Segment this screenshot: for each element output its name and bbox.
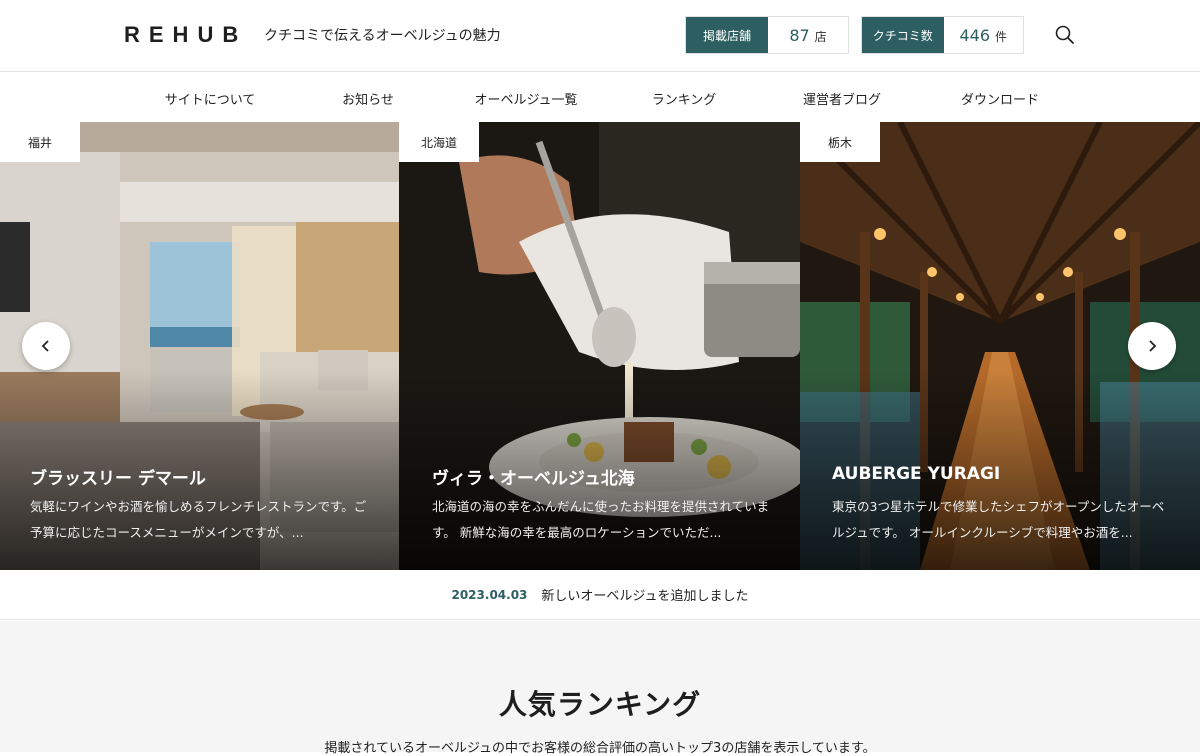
chevron-right-icon (1149, 340, 1157, 352)
ranking-section: 人気ランキング 掲載されているオーベルジュの中でお客様の総合評価の高いトップ3の… (0, 621, 1200, 756)
featured-slider: 福井 ブラッスリー デマール 気軽にワインやお酒を愉しめるフレンチレストランです… (0, 122, 1200, 570)
slide-title[interactable]: AUBERGE YURAGI (832, 464, 1000, 484)
news-link[interactable]: 新しいオーベルジュを追加しました (541, 585, 748, 604)
slide-title[interactable]: ヴィラ・オーベルジュ北海 (432, 464, 635, 489)
slide-prefecture-badge: 北海道 (399, 122, 479, 162)
nav-item-download[interactable]: ダウンロード (926, 72, 1074, 122)
section-title: 人気ランキング (498, 688, 702, 721)
nav-item-about[interactable]: サイトについて (126, 72, 294, 122)
site-tagline: クチコミで伝えるオーベルジュの魅力 (264, 28, 501, 44)
stat-reviews-value-box: 446 件 (943, 17, 1023, 53)
stat-stores-value-box: 87 店 (768, 17, 848, 53)
stat-reviews-value: 446 (959, 26, 991, 45)
stat-reviews-unit: 件 (995, 30, 1008, 44)
stat-reviews-label: クチコミ数 (862, 17, 944, 53)
nav-item-ranking[interactable]: ランキング (610, 72, 758, 122)
slide-description: 北海道の海の幸をふんだんに使ったお料理を提供されています。 新鮮な海の幸を最高の… (432, 499, 770, 540)
slide-card[interactable]: 北海道 ヴィラ・オーベルジュ北海 北海道の海の幸をふんだんに使ったお料理を提供さ… (399, 122, 800, 570)
chevron-left-icon (41, 340, 49, 352)
slide-title[interactable]: ブラッスリー デマール (30, 464, 206, 489)
section-subtitle: 掲載されているオーベルジュの中でお客様の総合評価の高いトップ3の店舗を表示してい… (324, 741, 876, 756)
stat-reviews: クチコミ数 446 件 (861, 16, 1024, 54)
site-logo[interactable]: REHUB (124, 22, 247, 48)
main-nav: サイトについて お知らせ オーベルジュ一覧 ランキング 運営者ブログ ダウンロー… (0, 72, 1200, 122)
slide-prefecture-badge: 福井 (0, 122, 80, 162)
slider-prev-button[interactable] (22, 322, 70, 370)
stat-stores-value: 87 (789, 26, 810, 45)
news-date: 2023.04.03 (451, 587, 528, 602)
stat-stores-label: 掲載店舗 (686, 17, 768, 53)
stat-stores: 掲載店舗 87 店 (685, 16, 849, 54)
slide-prefecture-badge: 栃木 (800, 122, 880, 162)
site-header: REHUB クチコミで伝えるオーベルジュの魅力 掲載店舗 87 店 クチコミ数 … (0, 0, 1200, 72)
stat-stores-unit: 店 (814, 30, 827, 44)
slide-description: 東京の3つ星ホテルで修業したシェフがオープンしたオーベルジュです。 オールインク… (832, 499, 1165, 540)
slide-description: 気軽にワインやお酒を愉しめるフレンチレストランです。ご予算に応じたコースメニュー… (30, 499, 367, 540)
search-icon (1055, 25, 1074, 44)
nav-item-news[interactable]: お知らせ (294, 72, 442, 122)
slider-next-button[interactable] (1128, 322, 1176, 370)
search-button[interactable] (1052, 22, 1078, 48)
news-bar: 2023.04.03 新しいオーベルジュを追加しました (0, 570, 1200, 620)
nav-item-blog[interactable]: 運営者ブログ (758, 72, 926, 122)
nav-item-auberge-list[interactable]: オーベルジュ一覧 (442, 72, 610, 122)
